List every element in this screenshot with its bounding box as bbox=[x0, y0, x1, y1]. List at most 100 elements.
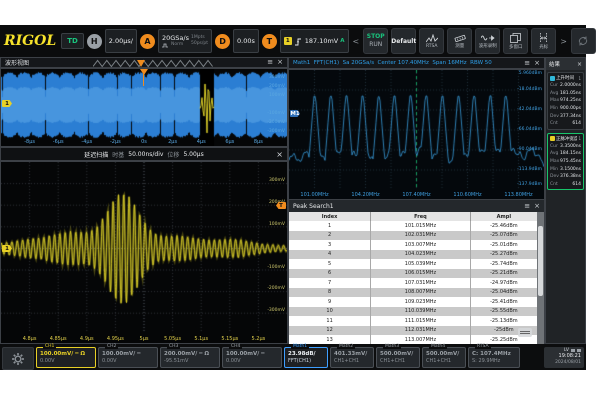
table-scrollbar[interactable] bbox=[537, 212, 544, 345]
trigger-source-badge: 1 bbox=[284, 37, 292, 45]
channel-box-ch1[interactable]: CH1100.00mV/ ═ Ω0.00V bbox=[36, 347, 96, 368]
expand-right-icon[interactable]: > bbox=[559, 37, 568, 46]
measure-card-title: 上升时间1 bbox=[550, 74, 581, 82]
delayed-sweep-plot[interactable]: 300mV200mV100mV-100mV-200mV-300mV 4.8μs4… bbox=[0, 161, 288, 344]
menu-icon[interactable]: ≡ bbox=[267, 59, 273, 66]
table-cell: 4 bbox=[289, 250, 371, 260]
table-row[interactable]: 3103.007MHz-25.01dBm bbox=[289, 240, 538, 250]
close-icon[interactable]: × bbox=[276, 150, 283, 159]
default-label: Default bbox=[391, 38, 416, 45]
waveform-view-titlebar: 波形视图 ≡ × bbox=[0, 57, 288, 68]
table-cell: 105.039MHz bbox=[371, 259, 471, 269]
table-cell: 12 bbox=[289, 326, 371, 336]
y-axis-label: 100mV bbox=[269, 93, 285, 98]
table-row[interactable]: 6106.015MHz-25.21dBm bbox=[289, 269, 538, 279]
table-row[interactable]: 7107.031MHz-24.97dBm bbox=[289, 278, 538, 288]
clock-box[interactable]: LV 19:08:21 2024/08/01 bbox=[544, 347, 584, 368]
channel-box-math3[interactable]: Math3500.00mV/CH1+CH1 bbox=[376, 347, 420, 368]
channel-box-ch4[interactable]: CH4100.00mV/ ═0.00V bbox=[222, 347, 282, 368]
table-row[interactable]: 2102.031MHz-25.07dBm bbox=[289, 231, 538, 241]
close-icon[interactable]: × bbox=[577, 61, 585, 68]
stop-label: STOP bbox=[367, 34, 385, 41]
measure-stat-label: Min bbox=[550, 106, 558, 111]
channel-box-ch2[interactable]: CH2100.00mV/ ═0.00V bbox=[98, 347, 158, 368]
acquire-knob[interactable]: A bbox=[140, 34, 155, 49]
y-axis-label: -137.9dBm bbox=[517, 182, 542, 187]
table-row[interactable]: 8108.007MHz-25.04dBm bbox=[289, 288, 538, 298]
refresh-button[interactable] bbox=[571, 28, 596, 54]
settings-button[interactable] bbox=[2, 347, 34, 370]
table-row[interactable]: 12112.031MHz-25dBm bbox=[289, 326, 538, 336]
measure-stat-label: Cnt bbox=[550, 121, 558, 126]
y-axis-label: 300mV bbox=[269, 178, 285, 183]
table-cell: 103.007MHz bbox=[371, 240, 471, 250]
measure-stat-value: 975.45ns bbox=[560, 159, 581, 164]
channel-box-math1[interactable]: Math123.98dB/FFT(CH1) bbox=[284, 347, 328, 368]
close-icon[interactable]: × bbox=[277, 59, 283, 66]
measure-stat-label: Dev bbox=[550, 114, 559, 119]
cursor-button[interactable]: 光标 bbox=[531, 28, 556, 54]
table-row[interactable]: 4104.023MHz-25.27dBm bbox=[289, 250, 538, 260]
measure-stat-value: 3.3500ns bbox=[560, 144, 581, 149]
table-row[interactable]: 5105.039MHz-25.74dBm bbox=[289, 259, 538, 269]
measure-stat-label: Min bbox=[550, 167, 558, 172]
table-row[interactable]: 9109.023MHz-25.41dBm bbox=[289, 297, 538, 307]
channel-offset: CH1+CH1 bbox=[334, 358, 370, 365]
multiwindow-button[interactable]: 多窗口 bbox=[503, 28, 528, 54]
x-axis-label: 5.2μs bbox=[252, 336, 266, 342]
y-axis-label: -300mV bbox=[267, 308, 285, 313]
scrollbar-thumb[interactable] bbox=[538, 226, 543, 296]
y-axis-label: -90.04dBm bbox=[517, 147, 542, 152]
menu-icon[interactable]: ≡ bbox=[524, 203, 530, 210]
memory-navigation-bar[interactable] bbox=[93, 59, 213, 68]
measure-card[interactable]: 正脉冲宽度1Cur3.3500nsAvg184.15nsMax975.45nsM… bbox=[547, 133, 584, 191]
close-icon[interactable]: × bbox=[534, 203, 540, 210]
default-button[interactable]: Default bbox=[391, 28, 416, 54]
record-button[interactable]: 波形录制 bbox=[475, 28, 500, 54]
rtsa-button[interactable]: RTSA bbox=[419, 28, 444, 54]
horizontal-knob[interactable]: H bbox=[87, 34, 102, 49]
table-row[interactable]: 11111.015MHz-25.13dBm bbox=[289, 316, 538, 326]
table-row[interactable]: 10110.039MHz-25.55dBm bbox=[289, 307, 538, 317]
close-icon[interactable]: × bbox=[534, 60, 540, 67]
delay-knob[interactable]: D bbox=[215, 34, 230, 49]
channel-box-math4[interactable]: Math4500.00mV/CH1+CH1 bbox=[422, 347, 466, 368]
measure-stat-value: 184.15ns bbox=[560, 151, 581, 156]
channel-box-rtsa[interactable]: RTSAC: 107.4MHzS: 29.9MHz bbox=[468, 347, 520, 368]
results-title: 结果 bbox=[546, 60, 560, 68]
menu-icon[interactable]: ≡ bbox=[524, 60, 530, 67]
table-cell: 101.015MHz bbox=[371, 221, 471, 231]
delay-box[interactable]: 0.00s bbox=[233, 29, 259, 53]
rigol-logo: RIGOL bbox=[2, 33, 58, 49]
measure-button[interactable]: 测量 bbox=[447, 28, 472, 54]
channel-box-math2[interactable]: Math2401.33mV/CH1+CH1 bbox=[330, 347, 374, 368]
trigger-knob[interactable]: T bbox=[262, 34, 277, 49]
collapse-left-icon[interactable]: < bbox=[352, 37, 361, 46]
trigger-box[interactable]: 1 187.10mV A bbox=[280, 29, 349, 53]
drag-handle-icon[interactable] bbox=[518, 328, 532, 337]
measure-label: 测量 bbox=[455, 43, 464, 49]
y-axis-label: 300mV bbox=[269, 75, 285, 80]
measure-card[interactable]: 上升时间1Cur2.0000nsAvg181.05nsMax974.25nsMi… bbox=[547, 72, 584, 130]
channel-box-ch3[interactable]: CH3200.00mV/ ═ Ω-95.51mV bbox=[160, 347, 220, 368]
channel-offset: 0.00V bbox=[102, 358, 154, 365]
fft-plot[interactable]: 5.960dBm-18.04dBm-42.04dBm-66.04dBm-90.0… bbox=[288, 69, 545, 200]
trigger-position-marker[interactable] bbox=[140, 69, 148, 75]
cursor-label: 光标 bbox=[539, 44, 548, 50]
timebase-box[interactable]: 2.00μs/ bbox=[105, 29, 137, 53]
acquire-box[interactable]: 20GSa/s Norm 1Mpts 50ps/pt bbox=[158, 29, 212, 53]
table-row[interactable]: 1101.015MHz-25.46dBm bbox=[289, 221, 538, 231]
table-cell: -25.13dBm bbox=[471, 316, 538, 326]
waveform-view-plot[interactable]: 300mV200mV100mV-100mV-200mV-300mV -8μs-6… bbox=[0, 68, 288, 147]
measure-stat-value: 376.38ns bbox=[560, 174, 581, 179]
channel-scale: 23.98dB/ bbox=[288, 350, 324, 358]
x-axis-label: 113.80MHz bbox=[504, 192, 532, 198]
x-axis-label: 6μs bbox=[225, 139, 234, 145]
measure-name: 正脉冲宽度 bbox=[556, 136, 577, 142]
stop-run-button[interactable]: STOP RUN bbox=[363, 28, 388, 54]
x-axis-label: -8μs bbox=[24, 139, 35, 145]
x-axis-label: 5μs bbox=[140, 336, 149, 342]
channel-scale: 100.00mV/ ═ bbox=[102, 350, 154, 358]
table-cell: -25.41dBm bbox=[471, 297, 538, 307]
channel-tag: CH1 bbox=[43, 344, 56, 349]
